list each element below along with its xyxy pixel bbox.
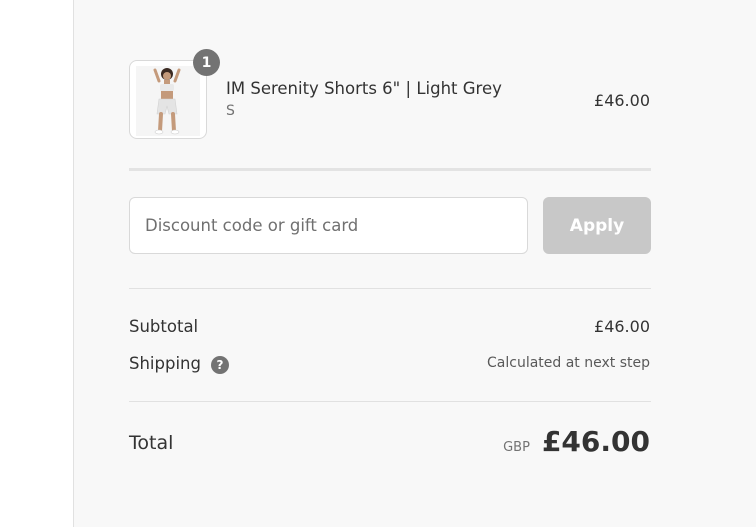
checkout-main-pane: [0, 0, 73, 527]
divider: [129, 288, 651, 289]
subtotal-value: £46.00: [594, 317, 650, 336]
product-thumbnail: [129, 60, 207, 139]
total-label: Total: [129, 432, 174, 454]
subtotal-label: Subtotal: [129, 317, 199, 336]
product-image: [136, 66, 200, 136]
apply-discount-button[interactable]: Apply: [543, 197, 651, 254]
shipping-label: Shipping: [129, 354, 201, 373]
total-value: £46.00: [541, 425, 650, 458]
divider: [129, 168, 651, 171]
shipping-value: Calculated at next step: [487, 355, 650, 371]
discount-code-input[interactable]: [129, 197, 528, 254]
order-summary: 1 IM Serenity Shorts 6" | Light Grey S £…: [73, 0, 756, 527]
product-variant: S: [226, 103, 235, 119]
question-circle-icon[interactable]: ?: [210, 356, 229, 374]
currency-code: GBP: [503, 440, 530, 455]
divider: [129, 401, 651, 402]
total-amount: GBP £46.00: [503, 425, 650, 458]
product-price: £46.00: [594, 91, 650, 110]
product-name: IM Serenity Shorts 6" | Light Grey: [226, 79, 502, 98]
quantity-badge: 1: [193, 49, 220, 76]
shipping-row: Shipping ?: [129, 353, 229, 374]
